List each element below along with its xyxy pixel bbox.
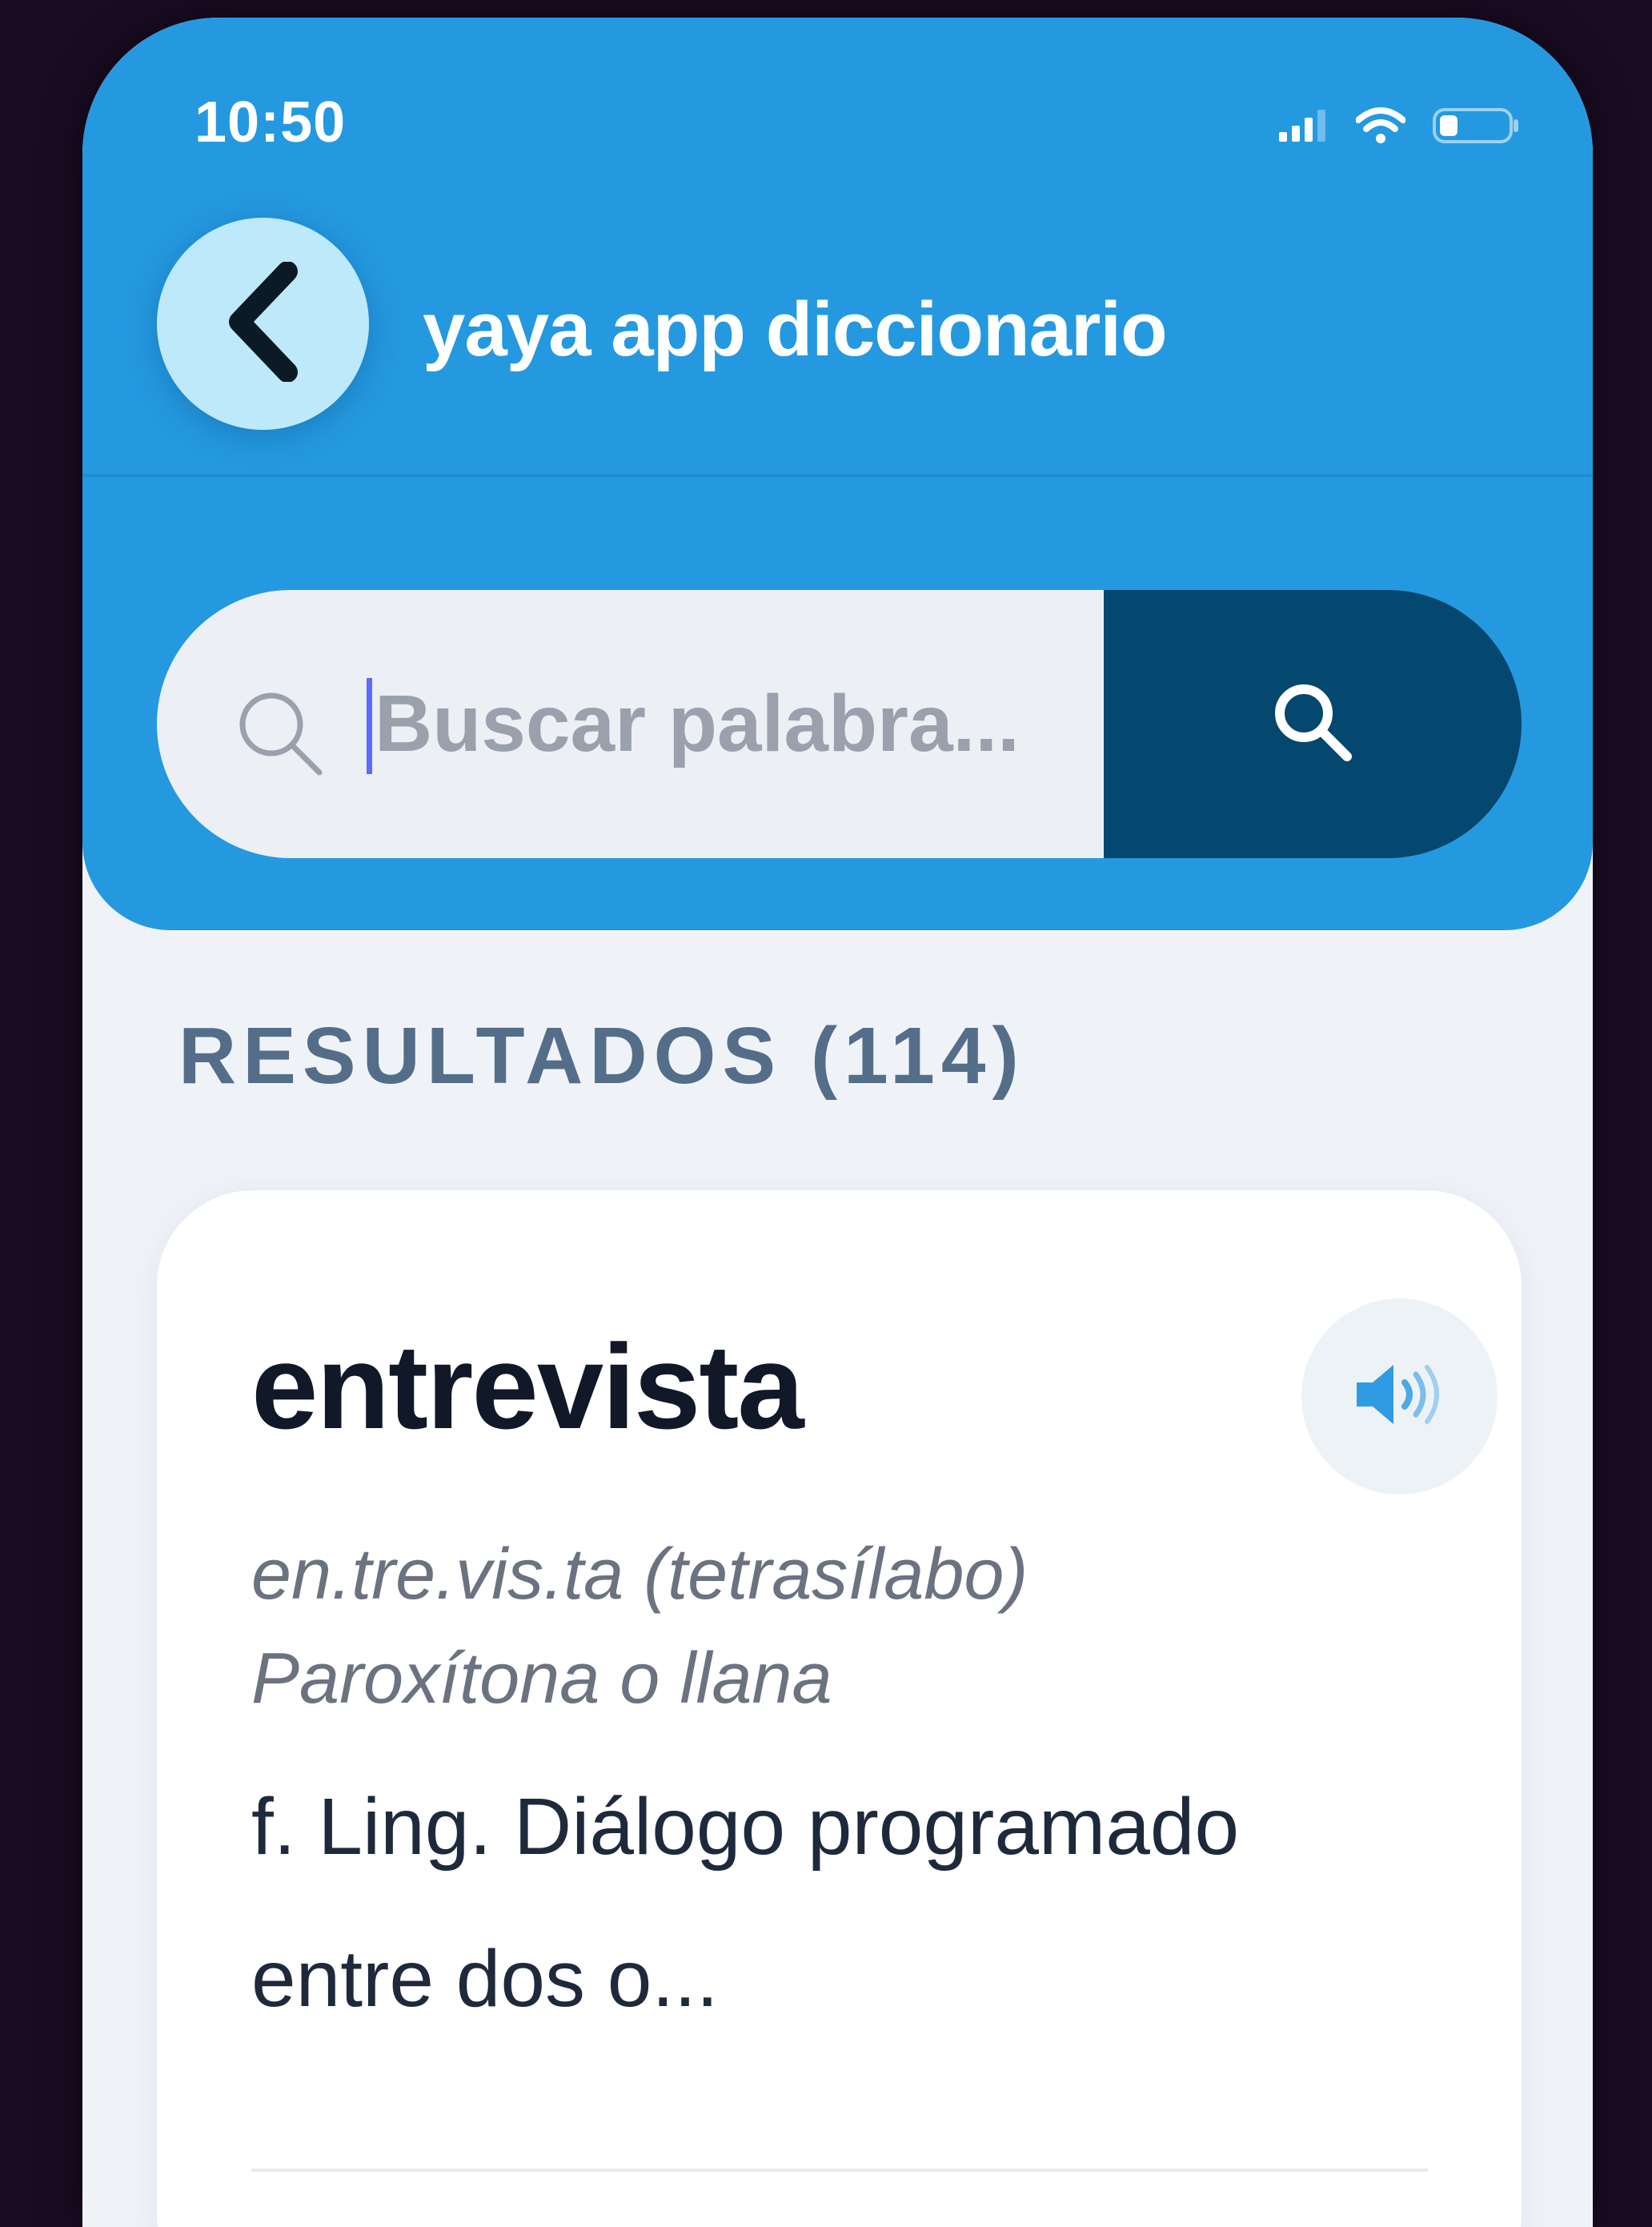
search-button[interactable] — [1104, 590, 1522, 858]
signal-icon — [1279, 110, 1329, 146]
text-caret — [367, 678, 372, 774]
search-icon — [233, 686, 329, 786]
syllable-division: en.tre.vis.ta (tetrasílabo) — [251, 1535, 1028, 1615]
search-input[interactable] — [375, 590, 1079, 858]
syllable-info: en.tre.vis.ta (tetrasílabo) Paroxítona o… — [251, 1523, 1028, 1731]
battery-icon — [1433, 107, 1521, 148]
status-icons — [1279, 107, 1521, 148]
wifi-icon — [1355, 107, 1406, 148]
definition-text: f. Ling. Diálogo programado entre dos o.… — [251, 1782, 1240, 2024]
back-button[interactable] — [157, 218, 369, 430]
results-count-label: RESULTADOS (114) — [178, 1011, 1025, 1101]
stress-type: Paroxítona o llana — [251, 1639, 832, 1719]
status-bar: 10:50 — [82, 18, 1593, 154]
search-icon — [1269, 678, 1357, 770]
status-time: 10:50 — [194, 90, 347, 154]
search-field[interactable] — [157, 590, 1104, 858]
search-bar — [157, 590, 1522, 858]
result-word: entrevista — [251, 1319, 804, 1454]
phone-screen: 10:50 yaya app diccionario Buscar palabr… — [82, 18, 1593, 2227]
speaker-icon — [1352, 1358, 1448, 1435]
app-title: yaya app diccionario — [423, 287, 1168, 372]
chevron-left-icon — [219, 261, 307, 386]
header: 10:50 yaya app diccionario Buscar palabr… — [82, 18, 1593, 930]
nav-bar: yaya app diccionario — [82, 210, 1593, 477]
divider — [251, 2169, 1428, 2172]
result-card[interactable]: entrevista en.tre.vis.ta (tetrasílabo) P… — [157, 1190, 1522, 2227]
audio-button[interactable] — [1301, 1298, 1498, 1495]
